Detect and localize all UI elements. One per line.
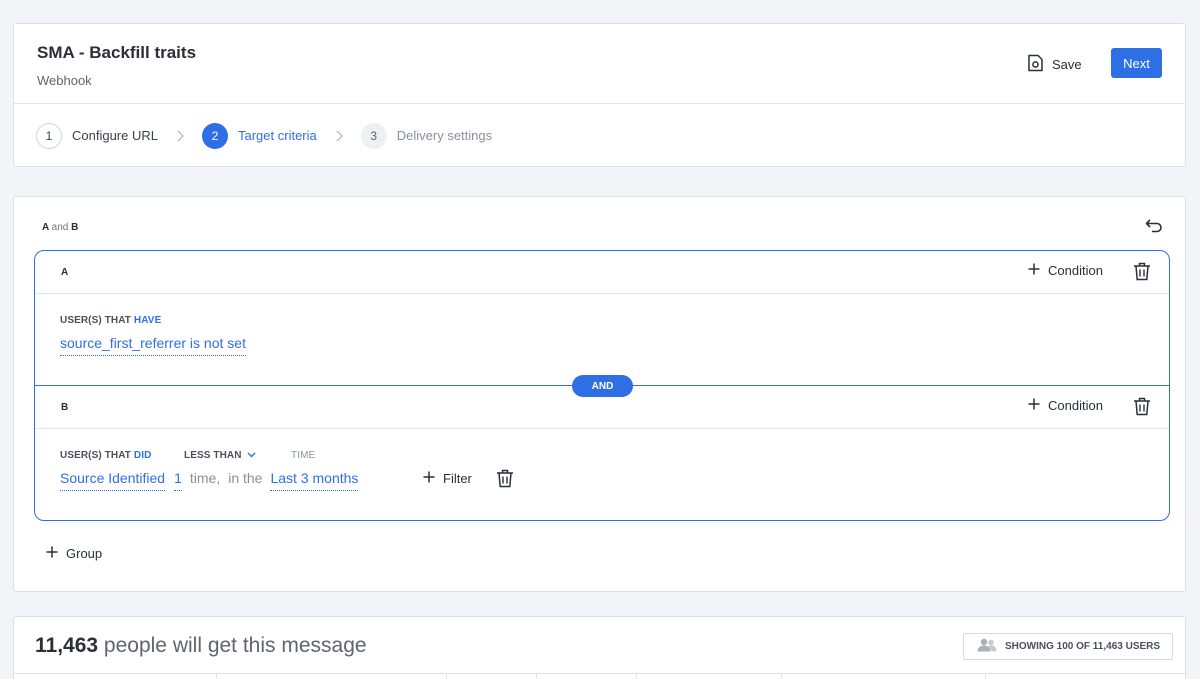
plus-icon (1028, 398, 1040, 413)
table-top-border (14, 673, 1185, 674)
column-divider (536, 673, 537, 679)
column-divider (446, 673, 447, 679)
users-verb: DID (133, 450, 152, 461)
audience-count: 11,463 (35, 634, 99, 657)
step-target-criteria[interactable]: 2 Target criteria (202, 122, 317, 149)
group-logic-label: A and B (42, 222, 78, 233)
showing-users-badge[interactable]: SHOWING 100 OF 11,463 USERS (963, 633, 1173, 660)
time-label: TIME (291, 450, 316, 461)
delete-group-icon[interactable] (1133, 397, 1151, 421)
column-divider (985, 673, 986, 679)
save-icon (1027, 54, 1044, 75)
condition-groups: A Condition USER(S) THAT HAVE source_fir… (34, 250, 1170, 521)
add-condition-button[interactable]: Condition (1028, 398, 1103, 413)
plus-icon (423, 471, 435, 486)
time-word: time, (189, 470, 221, 486)
save-label: Save (1052, 56, 1082, 72)
add-filter-button[interactable]: Filter (423, 471, 472, 486)
add-condition-label: Condition (1048, 398, 1103, 413)
column-divider (781, 673, 782, 679)
step-label: Delivery settings (396, 128, 493, 143)
add-group-label: Group (66, 546, 103, 561)
frequency-dropdown[interactable]: LESS THAN (184, 450, 256, 461)
step-label: Target criteria (238, 128, 317, 143)
step-number: 3 (360, 122, 387, 149)
group-b-header: B Condition (35, 386, 1169, 429)
logic-b: B (71, 222, 79, 233)
count-input[interactable]: 1 (174, 470, 182, 491)
step-label: Configure URL (72, 128, 158, 143)
campaign-title: SMA - Backfill traits (37, 43, 197, 62)
group-a-subject-label: USER(S) THAT HAVE (60, 315, 161, 326)
header-divider (14, 103, 1185, 104)
campaign-header-card: SMA - Backfill traits Webhook Save Next … (13, 23, 1186, 167)
step-configure-url[interactable]: 1 Configure URL (36, 122, 158, 149)
logic-and: and (51, 222, 69, 233)
users-verb: HAVE (133, 315, 162, 326)
users-prefix: USER(S) THAT (60, 450, 132, 461)
delete-condition-icon[interactable] (496, 469, 514, 493)
campaign-type: Webhook (37, 73, 92, 88)
column-divider (636, 673, 637, 679)
step-number: 2 (202, 122, 228, 149)
step-delivery-settings[interactable]: 3 Delivery settings (360, 122, 493, 149)
target-criteria-card: A and B A Condition USER(S) THAT HAVE so… (13, 196, 1186, 592)
period-selector[interactable]: Last 3 months (270, 470, 359, 491)
save-button[interactable]: Save (1027, 53, 1082, 75)
plus-icon (46, 546, 58, 561)
add-condition-label: Condition (1048, 263, 1103, 278)
in-the-text: in the (228, 470, 263, 486)
add-group-button[interactable]: Group (46, 546, 102, 561)
audience-card: 11,463 people will get this message SHOW… (13, 616, 1186, 679)
column-divider (216, 673, 217, 679)
delete-group-icon[interactable] (1133, 262, 1151, 286)
showing-users-text: SHOWING 100 OF 11,463 USERS (1005, 641, 1161, 652)
users-icon (976, 638, 998, 655)
frequency-label: LESS THAN (184, 450, 242, 461)
add-filter-label: Filter (443, 471, 472, 486)
event-selector[interactable]: Source Identified (60, 470, 166, 491)
users-prefix: USER(S) THAT (60, 315, 132, 326)
audience-suffix: people will get this message (103, 634, 367, 657)
step-number: 1 (36, 122, 62, 149)
chevron-right-icon (326, 130, 352, 142)
group-b-subject-label: USER(S) THAT DID (60, 450, 151, 461)
audience-summary: 11,463 people will get this message (35, 634, 367, 658)
next-button[interactable]: Next (1111, 48, 1162, 78)
group-a-rule[interactable]: source_first_referrer is not set (60, 335, 246, 356)
plus-icon (1028, 263, 1040, 278)
undo-icon[interactable] (1145, 219, 1163, 238)
logic-a: A (42, 222, 49, 233)
chevron-right-icon (167, 130, 193, 142)
group-letter: B (61, 402, 69, 413)
stepper: 1 Configure URL 2 Target criteria 3 Deli… (36, 122, 492, 149)
group-letter: A (61, 267, 69, 278)
add-condition-button[interactable]: Condition (1028, 263, 1103, 278)
group-a-header: A Condition (35, 251, 1169, 294)
chevron-down-icon (247, 450, 256, 461)
